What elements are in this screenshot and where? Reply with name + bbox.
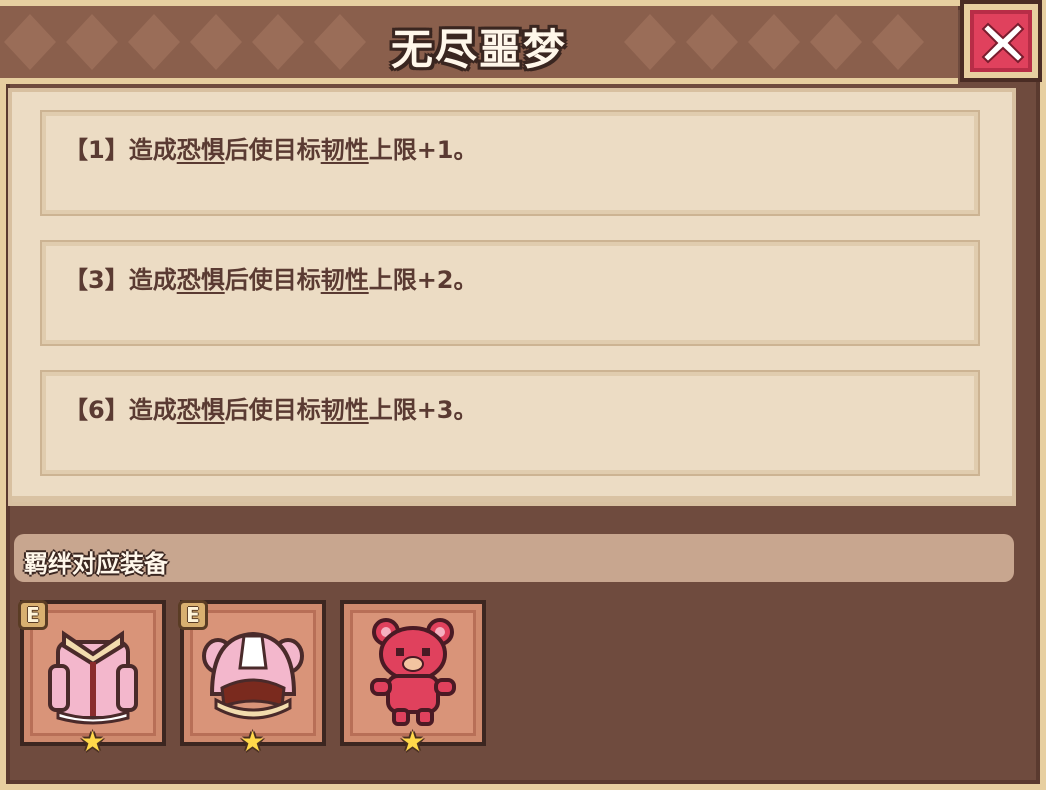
- star-icon: ★: [400, 725, 426, 758]
- equipment-slot-cloak[interactable]: E ★: [18, 600, 166, 756]
- effect-suffix: 上限+3。: [368, 396, 478, 424]
- effect-text: 【3】造成恐惧后使目标韧性上限+2。: [64, 260, 478, 295]
- effect-text: 【1】造成恐惧后使目标韧性上限+1。: [64, 130, 478, 165]
- keyword-tenacity[interactable]: 韧性: [321, 396, 369, 424]
- effect-mid: 后使目标: [224, 396, 321, 424]
- star-icon: ★: [80, 725, 106, 758]
- pink-cloak-icon: [48, 630, 138, 725]
- equipment-rarity-badge: E: [178, 600, 208, 630]
- equipment-section-label: 羁绊对应装备: [24, 550, 168, 578]
- effect-suffix: 上限+1。: [368, 136, 478, 164]
- keyword-tenacity[interactable]: 韧性: [321, 266, 369, 294]
- close-button-face[interactable]: [970, 10, 1032, 72]
- effects-panel: 【1】造成恐惧后使目标韧性上限+1。 【3】造成恐惧后使目标韧性上限+2。 【6…: [8, 88, 1016, 506]
- star-icon: ★: [240, 725, 266, 758]
- effect-mid: 后使目标: [224, 266, 321, 294]
- keyword-fear[interactable]: 恐惧: [177, 266, 225, 294]
- equipment-slot-hat[interactable]: E ★: [178, 600, 326, 756]
- keyword-fear[interactable]: 恐惧: [177, 396, 225, 424]
- effect-tier-3: 【3】造成恐惧后使目标韧性上限+2。: [40, 240, 980, 346]
- effect-prefix: 【1】造成: [64, 136, 177, 164]
- effect-tier-6: 【6】造成恐惧后使目标韧性上限+3。: [40, 370, 980, 476]
- close-button[interactable]: [960, 0, 1042, 82]
- equipment-slot-bear-doll[interactable]: ★: [340, 600, 486, 756]
- effect-tier-1: 【1】造成恐惧后使目标韧性上限+1。: [40, 110, 980, 216]
- effect-suffix: 上限+2。: [368, 266, 478, 294]
- effect-prefix: 【6】造成: [64, 396, 177, 424]
- keyword-fear[interactable]: 恐惧: [177, 136, 225, 164]
- red-bear-doll-icon: [370, 618, 456, 726]
- effect-mid: 后使目标: [224, 136, 321, 164]
- keyword-tenacity[interactable]: 韧性: [321, 136, 369, 164]
- effect-text: 【6】造成恐惧后使目标韧性上限+3。: [64, 390, 478, 425]
- dialog-title: 无尽噩梦: [390, 25, 567, 74]
- close-icon[interactable]: [976, 16, 1030, 70]
- equipment-section-header: 羁绊对应装备: [14, 534, 1014, 582]
- equipment-rarity-badge: E: [18, 600, 48, 630]
- effect-prefix: 【3】造成: [64, 266, 177, 294]
- pink-hat-icon: [202, 631, 304, 720]
- title-bar: 无尽噩梦: [0, 0, 958, 84]
